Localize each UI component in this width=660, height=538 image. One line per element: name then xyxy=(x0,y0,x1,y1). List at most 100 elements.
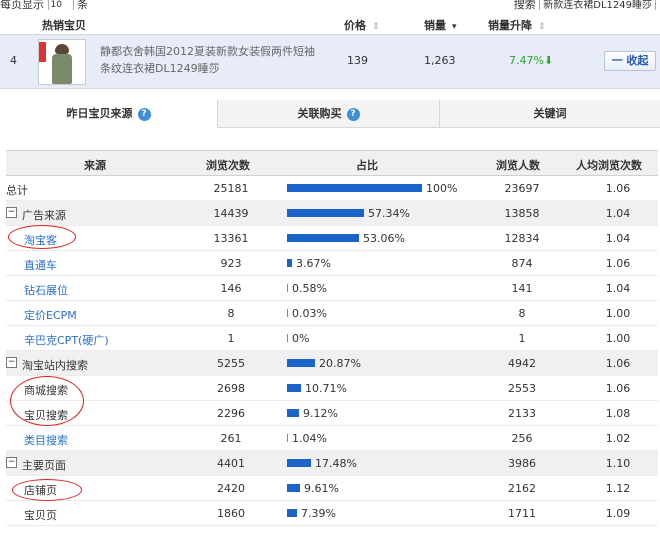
tab-related-purchase[interactable]: 关联购买? xyxy=(218,100,440,128)
avg-views-value: 1.00 xyxy=(605,332,631,345)
collapse-toggle-icon[interactable]: − xyxy=(6,457,17,468)
top-bar: 每页显示 10 条 搜索 新款连衣裙DL1249睡莎 xyxy=(0,0,660,10)
group-row[interactable]: − 广告来源 14439 57.34% 13858 1.04 xyxy=(6,201,658,226)
per-page-unit: 条 xyxy=(77,0,88,10)
source-name: 宝贝页 xyxy=(24,509,57,522)
sort-desc-icon[interactable]: ▾ xyxy=(452,22,457,32)
source-row: 宝贝页 1860 7.39% 1711 1.09 xyxy=(6,501,658,526)
col-price[interactable]: 价格 ⇕ xyxy=(344,17,380,33)
share-percent: 20.87% xyxy=(319,357,361,370)
source-table: 来源 浏览次数 占比 浏览人数 人均浏览次数 总计 25181 100% 23697 1… xyxy=(6,150,658,526)
help-icon[interactable]: ? xyxy=(137,107,151,121)
share-percent: 9.61% xyxy=(304,482,339,495)
col-sales-rise[interactable]: 销量升降 ⇕ xyxy=(488,17,546,33)
avg-views-value: 1.08 xyxy=(605,407,631,420)
share-percent: 10.71% xyxy=(305,382,347,395)
search-label: 搜索 xyxy=(513,0,536,10)
avg-views-value: 1.09 xyxy=(605,507,631,520)
share-percent: 17.48% xyxy=(315,457,357,470)
share-percent: 53.06% xyxy=(363,232,405,245)
avg-views-value: 1.04 xyxy=(605,207,631,220)
source-name[interactable]: 直通车 xyxy=(24,257,57,273)
visitors-value: 23697 xyxy=(504,182,540,195)
product-price: 139 xyxy=(347,54,368,67)
source-name: 广告来源 xyxy=(22,209,66,222)
sort-icon[interactable]: ⇕ xyxy=(538,22,546,32)
share-bar xyxy=(287,384,301,392)
views-value: 14439 xyxy=(213,207,249,220)
share-percent: 7.39% xyxy=(301,507,336,520)
share-bar xyxy=(287,234,359,242)
share-bar xyxy=(287,434,288,442)
col-sales-rise-label: 销量升降 xyxy=(488,19,532,32)
share-bar xyxy=(287,509,297,517)
avg-views-value: 1.02 xyxy=(605,432,631,445)
group-row[interactable]: − 淘宝站内搜索 5255 20.87% 4942 1.06 xyxy=(6,351,658,376)
source-name[interactable]: 钻石展位 xyxy=(24,282,68,298)
source-row: 商城搜索 2698 10.71% 2553 1.06 xyxy=(6,376,658,401)
tab-label: 昨日宝贝来源 xyxy=(66,107,133,120)
per-page-label: 每页显示 xyxy=(0,0,44,10)
detail-tabs: 昨日宝贝来源? 关联购买? 关键词 xyxy=(0,100,660,128)
group-row[interactable]: − 主要页面 4401 17.48% 3986 1.10 xyxy=(6,451,658,476)
col-hot-item: 热销宝贝 xyxy=(42,19,86,32)
col-sales-label: 销量 xyxy=(424,19,446,32)
source-name[interactable]: 辛巴克CPT(硬广) xyxy=(24,332,109,348)
product-name[interactable]: 静都衣舍韩国2012夏装新款女装假两件短袖条纹连衣裙DL1249睡莎 xyxy=(100,43,320,77)
avg-views-value: 1.12 xyxy=(605,482,631,495)
product-thumbnail[interactable] xyxy=(38,39,86,85)
col-views: 浏览次数 xyxy=(206,159,250,172)
tab-label: 关联购买 xyxy=(297,107,342,120)
visitors-value: 874 xyxy=(511,257,533,270)
per-page-select[interactable]: 10 xyxy=(47,0,74,10)
views-value: 2420 xyxy=(217,482,245,495)
views-value: 261 xyxy=(220,432,242,445)
col-visitors: 浏览人数 xyxy=(496,159,540,172)
collapse-button[interactable]: 一 收起 xyxy=(604,51,656,71)
collapse-toggle-icon[interactable]: − xyxy=(6,357,17,368)
avg-views-value: 1.00 xyxy=(605,307,631,320)
share-percent: 57.34% xyxy=(368,207,410,220)
col-sales[interactable]: 销量 ▾ xyxy=(424,17,457,33)
share-percent: 100% xyxy=(426,182,458,195)
views-value: 2296 xyxy=(217,407,245,420)
help-icon[interactable]: ? xyxy=(346,107,360,121)
source-row: 直通车 923 3.67% 874 1.06 xyxy=(6,251,658,276)
share-bar xyxy=(287,359,315,367)
annotation-circle xyxy=(10,376,84,426)
product-row[interactable]: 4 静都衣舍韩国2012夏装新款女装假两件短袖条纹连衣裙DL1249睡莎 139… xyxy=(0,35,660,89)
views-value: 923 xyxy=(220,257,242,270)
views-value: 2698 xyxy=(217,382,245,395)
source-row: 辛巴克CPT(硬广) 1 0% 1 1.00 xyxy=(6,326,658,351)
share-bar xyxy=(287,184,422,192)
source-name[interactable]: 定价ECPM xyxy=(24,307,77,323)
tab-keywords[interactable]: 关键词 xyxy=(440,100,660,128)
thumbnail-figure-head xyxy=(55,44,69,54)
views-value: 146 xyxy=(220,282,242,295)
annotation-circle xyxy=(8,225,76,249)
source-name[interactable]: 类目搜索 xyxy=(24,432,68,448)
sort-icon[interactable]: ⇕ xyxy=(372,22,380,32)
source-name: 主要页面 xyxy=(22,459,66,472)
down-arrow-icon: ⬇ xyxy=(543,54,554,67)
source-row: 店铺页 2420 9.61% 2162 1.12 xyxy=(6,476,658,501)
visitors-value: 2133 xyxy=(508,407,536,420)
avg-views-value: 1.06 xyxy=(605,257,631,270)
per-page-control: 每页显示 10 条 xyxy=(0,0,88,10)
visitors-value: 1 xyxy=(518,332,526,345)
search-input[interactable]: 新款连衣裙DL1249睡莎 xyxy=(539,0,656,10)
product-sales-rise: 7.47%⬇ xyxy=(509,54,553,67)
visitors-value: 12834 xyxy=(504,232,540,245)
source-row: 宝贝搜索 2296 9.12% 2133 1.08 xyxy=(6,401,658,426)
tab-yesterday-source[interactable]: 昨日宝贝来源? xyxy=(0,100,218,128)
avg-views-value: 1.04 xyxy=(605,282,631,295)
visitors-value: 2553 xyxy=(508,382,536,395)
collapse-toggle-icon[interactable]: − xyxy=(6,207,17,218)
visitors-value: 256 xyxy=(511,432,533,445)
tab-label: 关键词 xyxy=(533,107,567,120)
sales-rise-value: 7.47% xyxy=(509,54,544,67)
share-percent: 0.03% xyxy=(292,307,327,320)
share-bar xyxy=(287,334,288,342)
visitors-value: 1711 xyxy=(508,507,536,520)
avg-views-value: 1.04 xyxy=(605,232,631,245)
